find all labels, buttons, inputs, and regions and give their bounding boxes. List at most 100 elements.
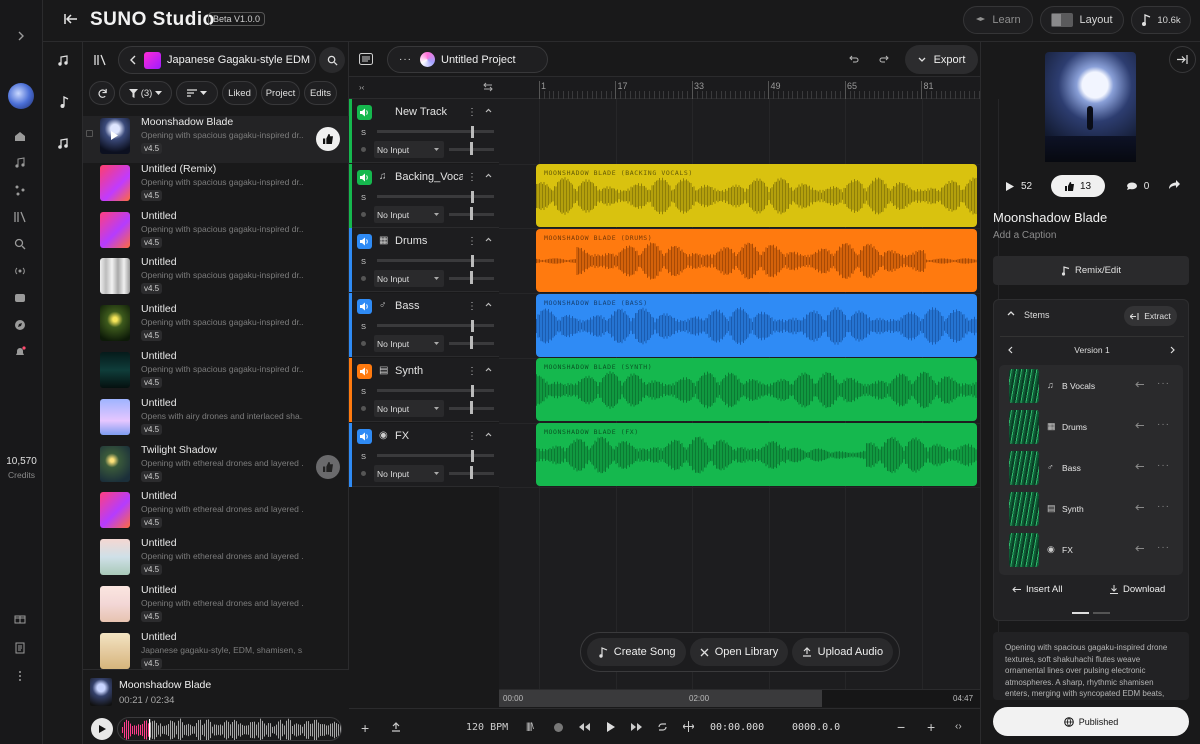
- double-note-icon[interactable]: [57, 138, 69, 150]
- stem-row[interactable]: ▤ Synth ···: [1009, 492, 1171, 530]
- song-thumbnail[interactable]: [100, 586, 130, 622]
- create-song-button[interactable]: Create Song: [587, 638, 687, 666]
- song-row[interactable]: Untitled Opening with ethereal drones an…: [83, 584, 349, 631]
- back-arrow-icon[interactable]: [64, 13, 78, 25]
- input-select[interactable]: No Input: [374, 205, 444, 223]
- play-icon[interactable]: [607, 722, 615, 732]
- track-menu-icon[interactable]: ⋮: [467, 366, 477, 377]
- pan-thumb[interactable]: [470, 271, 473, 285]
- layout-button[interactable]: Layout: [1040, 6, 1124, 34]
- song-row[interactable]: Untitled Japanese gagaku-style, EDM, sha…: [83, 631, 349, 672]
- volume-slider[interactable]: [377, 388, 494, 392]
- edits-chip[interactable]: Edits: [304, 81, 337, 105]
- track-volume-button[interactable]: [357, 234, 372, 250]
- timeline-scrubber[interactable]: 00:00 02:00 04:47: [499, 689, 980, 707]
- project-chip[interactable]: Project: [261, 81, 300, 105]
- chevron-up-icon[interactable]: [485, 302, 492, 307]
- input-select[interactable]: No Input: [374, 399, 444, 417]
- song-thumbnail[interactable]: [100, 164, 130, 201]
- input-select[interactable]: No Input: [374, 270, 444, 288]
- track-header[interactable]: ▤ Synth ⋮ S No Input: [349, 357, 499, 422]
- radio-icon[interactable]: [14, 265, 28, 279]
- song-checkbox[interactable]: [86, 130, 93, 137]
- play-button[interactable]: [91, 718, 113, 740]
- song-thumbnail[interactable]: [100, 445, 130, 482]
- chevron-up-icon[interactable]: [485, 432, 492, 437]
- track-volume-button[interactable]: [357, 299, 372, 315]
- volume-thumb[interactable]: [471, 255, 474, 268]
- track-volume-button[interactable]: [357, 428, 372, 444]
- learn-button[interactable]: Learn: [963, 6, 1033, 34]
- project-more-icon[interactable]: ···: [399, 54, 412, 65]
- avatar[interactable]: [8, 83, 34, 109]
- track-name[interactable]: Synth: [395, 365, 463, 377]
- audio-clip[interactable]: MOONSHADOW BLADE (BASS): [536, 293, 977, 357]
- stem-row[interactable]: ▦ Drums ···: [1009, 410, 1171, 448]
- stem-row[interactable]: ◉ FX ···: [1009, 533, 1171, 571]
- insert-all-button[interactable]: Insert All: [1012, 584, 1062, 595]
- song-thumbnail[interactable]: [100, 352, 130, 388]
- pan-thumb[interactable]: [470, 336, 473, 350]
- close-panel-button[interactable]: [1169, 46, 1196, 73]
- audio-clip[interactable]: MOONSHADOW BLADE (BACKING VOCALS): [536, 164, 977, 228]
- volume-thumb[interactable]: [471, 449, 474, 462]
- share-icon[interactable]: [1169, 180, 1180, 190]
- sort-button[interactable]: [176, 81, 218, 105]
- studio-icon[interactable]: [14, 184, 28, 198]
- audio-clip[interactable]: MOONSHADOW BLADE (SYNTH): [536, 358, 977, 422]
- input-select[interactable]: No Input: [374, 141, 444, 158]
- stem-more-icon[interactable]: ···: [1157, 419, 1170, 430]
- video-icon[interactable]: [14, 292, 28, 306]
- caption-input[interactable]: Add a Caption: [993, 230, 1056, 241]
- upload-audio-button[interactable]: Upload Audio: [791, 638, 893, 666]
- solo-button[interactable]: S: [361, 257, 366, 266]
- track-header[interactable]: ◉ FX ⋮ S No Input: [349, 422, 499, 487]
- fit-width-icon[interactable]: ‹›: [955, 721, 962, 732]
- loop-icon[interactable]: [657, 722, 668, 732]
- like-button[interactable]: [316, 127, 340, 151]
- more-icon[interactable]: [14, 670, 28, 684]
- audio-clip[interactable]: MOONSHADOW BLADE (DRUMS): [536, 228, 977, 292]
- volume-thumb[interactable]: [471, 190, 474, 203]
- home-icon[interactable]: [14, 130, 28, 144]
- volume-slider[interactable]: [377, 130, 494, 133]
- play-count[interactable]: 52: [993, 175, 1045, 197]
- collapse-icon[interactable]: ›‹: [359, 83, 364, 92]
- track-name[interactable]: Backing_Vocals: [395, 171, 463, 183]
- audio-clip[interactable]: MOONSHADOW BLADE (FX): [536, 423, 977, 486]
- pan-thumb[interactable]: [470, 206, 473, 220]
- bpm-display[interactable]: 120 BPM: [466, 722, 508, 733]
- published-button[interactable]: Published: [993, 707, 1189, 736]
- track-volume-button[interactable]: [357, 363, 372, 379]
- song-row[interactable]: Untitled Opening with spacious gagaku-in…: [83, 350, 349, 397]
- song-thumbnail[interactable]: [100, 632, 130, 669]
- song-row[interactable]: Moonshadow Blade Opening with spacious g…: [83, 116, 349, 163]
- volume-slider[interactable]: [377, 194, 494, 198]
- song-row[interactable]: Untitled Opening with ethereal drones an…: [83, 490, 349, 537]
- track-header[interactable]: New Track ⋮ S No Input: [349, 99, 499, 163]
- create-icon[interactable]: [14, 157, 28, 171]
- now-playing-waveform[interactable]: [117, 717, 342, 741]
- track-name[interactable]: Bass: [395, 300, 463, 312]
- song-row[interactable]: Untitled Opens with airy drones and inte…: [83, 397, 349, 444]
- project-selector[interactable]: ··· Untitled Project: [387, 46, 548, 73]
- volume-thumb[interactable]: [471, 320, 474, 333]
- scrubber-viewport[interactable]: [499, 690, 822, 707]
- filter-button[interactable]: (3): [119, 81, 172, 105]
- solo-button[interactable]: S: [361, 128, 366, 137]
- like-button[interactable]: [316, 454, 340, 479]
- download-button[interactable]: Download: [1110, 584, 1165, 595]
- solo-button[interactable]: S: [361, 322, 366, 331]
- stem-more-icon[interactable]: ···: [1157, 542, 1170, 553]
- stem-row[interactable]: ♂ Bass ···: [1009, 451, 1171, 489]
- song-row[interactable]: Untitled Opening with spacious gagaku-in…: [83, 303, 349, 350]
- page-indicator[interactable]: [1093, 612, 1110, 614]
- open-library-button[interactable]: Open Library: [690, 638, 788, 666]
- song-row[interactable]: Untitled Opening with spacious gagaku-in…: [83, 210, 349, 257]
- song-thumbnail[interactable]: [100, 398, 130, 435]
- undo-icon[interactable]: [849, 54, 859, 64]
- extract-button[interactable]: Extract: [1124, 306, 1177, 326]
- add-track-icon[interactable]: +: [361, 720, 369, 736]
- upload-icon[interactable]: [391, 722, 401, 732]
- search-icon[interactable]: [14, 238, 28, 252]
